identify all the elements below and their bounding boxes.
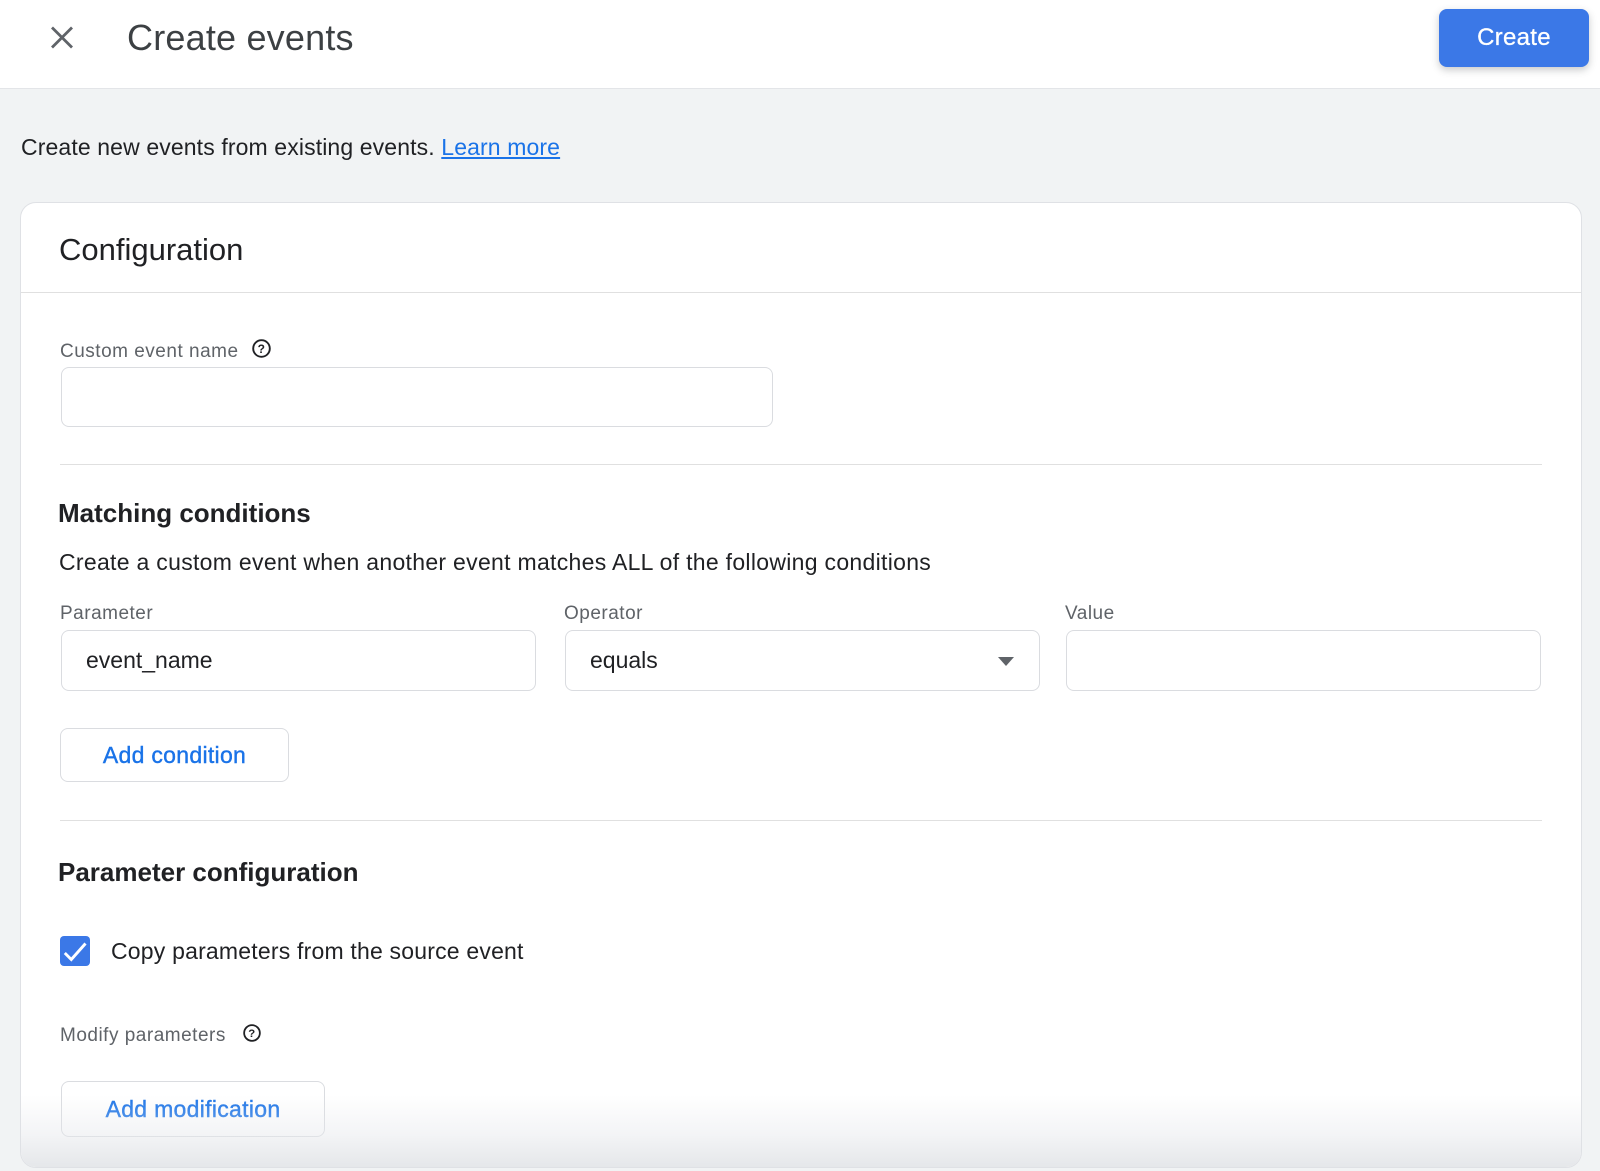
svg-text:?: ?	[257, 342, 265, 356]
svg-text:?: ?	[248, 1028, 255, 1040]
